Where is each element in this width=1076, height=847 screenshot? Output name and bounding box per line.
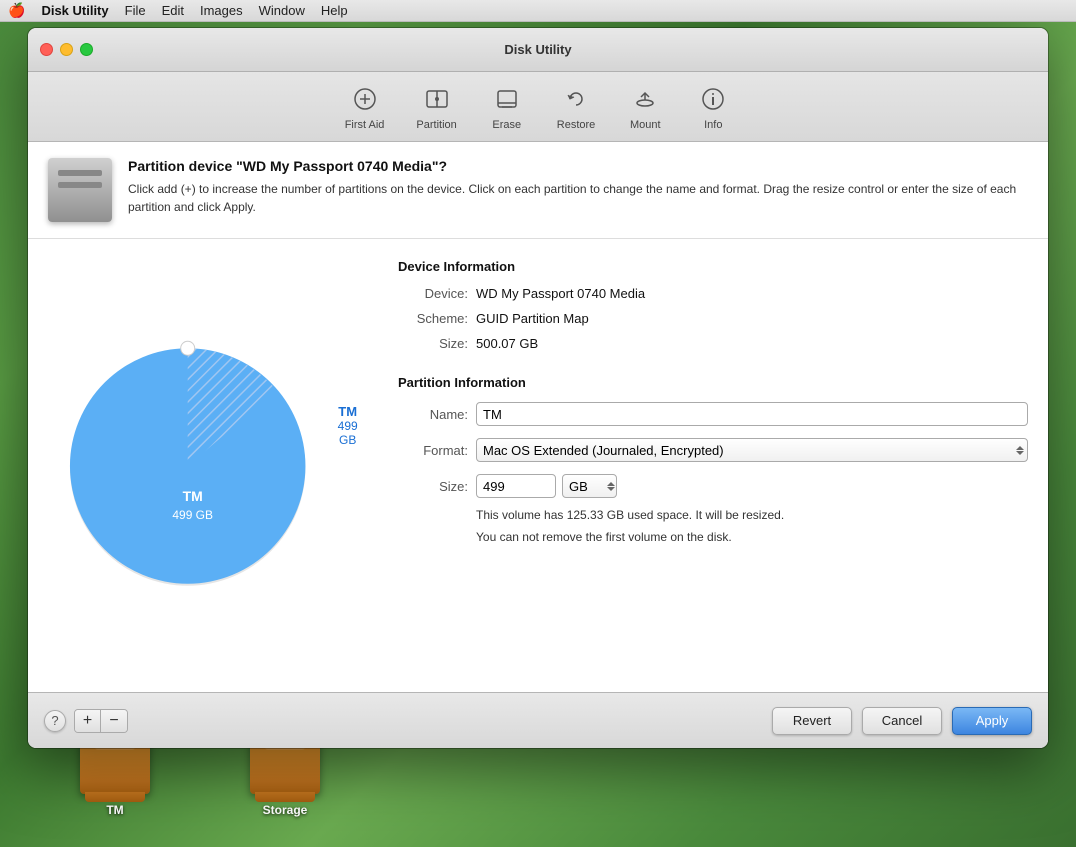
menubar: 🍎 Disk Utility File Edit Images Window H… (0, 0, 1076, 22)
note2: You can not remove the first volume on t… (476, 530, 1028, 544)
device-value: WD My Passport 0740 Media (476, 286, 645, 301)
toolbar-first-aid[interactable]: First Aid (333, 77, 397, 137)
remove-partition-button[interactable]: − (101, 710, 127, 732)
bandage-icon (349, 83, 381, 115)
partition-info-section: Partition Information Name: Format: Mac … (398, 375, 1028, 544)
close-button[interactable] (40, 43, 53, 56)
pie-chart-container: TM499 GB TM 499 GB (48, 259, 368, 672)
minimize-button[interactable] (60, 43, 73, 56)
window-controls (40, 43, 93, 56)
toolbar-erase[interactable]: Erase (477, 77, 537, 137)
toolbar-info-label: Info (704, 119, 722, 131)
size-value: 500.07 GB (476, 336, 538, 351)
partition-icon (421, 83, 453, 115)
pie-chart: TM 499 GB (48, 326, 327, 606)
scheme-row: Scheme: GUID Partition Map (398, 311, 1028, 326)
toolbar-partition-label: Partition (416, 119, 456, 131)
unit-select-container: KB MB GB TB (562, 474, 617, 498)
toolbar-erase-label: Erase (492, 119, 521, 131)
toolbar-restore[interactable]: Restore (545, 77, 608, 137)
unit-select-arrows (607, 482, 615, 491)
partition-info-title: Partition Information (398, 375, 1028, 390)
content-area: Partition device "WD My Passport 0740 Me… (28, 142, 1048, 692)
help-button[interactable]: ? (44, 710, 66, 732)
toolbar-info[interactable]: Info (683, 77, 743, 137)
add-partition-button[interactable]: + (75, 710, 101, 732)
main-area: TM499 GB TM 499 GB Device Information De… (28, 239, 1048, 692)
dialog-text: Partition device "WD My Passport 0740 Me… (128, 158, 1028, 216)
arrow-down-icon (1016, 451, 1024, 455)
pie-label-name: TM (327, 404, 368, 419)
device-info-title: Device Information (398, 259, 1028, 274)
scheme-value: GUID Partition Map (476, 311, 589, 326)
name-input[interactable] (476, 402, 1028, 426)
format-field-label: Format: (398, 443, 468, 458)
titlebar: Disk Utility (28, 28, 1048, 72)
unit-arrow-down-icon (607, 487, 615, 491)
format-select-arrows (1016, 446, 1024, 455)
maximize-button[interactable] (80, 43, 93, 56)
mount-icon (629, 83, 661, 115)
toolbar-restore-label: Restore (557, 119, 596, 131)
size-field-label: Size: (398, 479, 468, 494)
bottom-right-controls: Revert Cancel Apply (772, 707, 1032, 735)
restore-icon (560, 83, 592, 115)
apply-button[interactable]: Apply (952, 707, 1032, 735)
toolbar-partition[interactable]: Partition (404, 77, 468, 137)
cancel-button[interactable]: Cancel (862, 707, 942, 735)
menubar-images[interactable]: Images (200, 3, 243, 18)
menubar-app-name[interactable]: Disk Utility (41, 3, 108, 18)
size-input[interactable] (476, 474, 556, 498)
arrow-up-icon (1016, 446, 1024, 450)
dialog-description: Click add (+) to increase the number of … (128, 180, 1028, 216)
toolbar-mount[interactable]: Mount (615, 77, 675, 137)
apple-menu[interactable]: 🍎 (8, 2, 25, 19)
menubar-edit[interactable]: Edit (162, 3, 184, 18)
toolbar-first-aid-label: First Aid (345, 119, 385, 131)
toolbar-mount-label: Mount (630, 119, 661, 131)
menubar-window[interactable]: Window (259, 3, 305, 18)
device-info-section: Device Information Device: WD My Passpor… (398, 259, 1028, 351)
format-field-row: Format: Mac OS Extended (Journaled, Encr… (398, 438, 1028, 462)
device-row: Device: WD My Passport 0740 Media (398, 286, 1028, 301)
size-field-row: Size: KB MB GB TB (398, 474, 1028, 498)
scheme-label: Scheme: (398, 311, 468, 326)
device-label: Device: (398, 286, 468, 301)
menubar-file[interactable]: File (125, 3, 146, 18)
bottom-bar: ? + − Revert Cancel Apply (28, 692, 1048, 748)
toolbar: First Aid Partition Erase (28, 72, 1048, 142)
desktop-icon-tm-label: TM (106, 803, 123, 817)
unit-arrow-up-icon (607, 482, 615, 486)
drive-icon (48, 158, 112, 222)
format-select-container: Mac OS Extended (Journaled, Encrypted) M… (476, 438, 1028, 462)
desktop-icon-storage-label: Storage (263, 803, 308, 817)
size-label: Size: (398, 336, 468, 351)
disk-utility-window: Disk Utility First Aid (28, 28, 1048, 748)
pie-label-size: 499 GB (327, 419, 368, 447)
name-field-row: Name: (398, 402, 1028, 426)
name-field-label: Name: (398, 407, 468, 422)
info-panel: Device Information Device: WD My Passpor… (398, 259, 1028, 672)
revert-button[interactable]: Revert (772, 707, 852, 735)
note1: This volume has 125.33 GB used space. It… (476, 508, 1028, 522)
dialog-title: Partition device "WD My Passport 0740 Me… (128, 158, 1028, 174)
bottom-left-controls: ? + − (44, 709, 128, 733)
info-icon (697, 83, 729, 115)
size-row: Size: 500.07 GB (398, 336, 1028, 351)
svg-text:TM: TM (183, 487, 203, 503)
add-remove-buttons: + − (74, 709, 128, 733)
window-title: Disk Utility (504, 42, 571, 57)
format-select[interactable]: Mac OS Extended (Journaled, Encrypted) M… (476, 438, 1028, 462)
erase-icon (491, 83, 523, 115)
svg-text:499 GB: 499 GB (172, 507, 213, 521)
dialog-header: Partition device "WD My Passport 0740 Me… (28, 142, 1048, 239)
menubar-help[interactable]: Help (321, 3, 348, 18)
